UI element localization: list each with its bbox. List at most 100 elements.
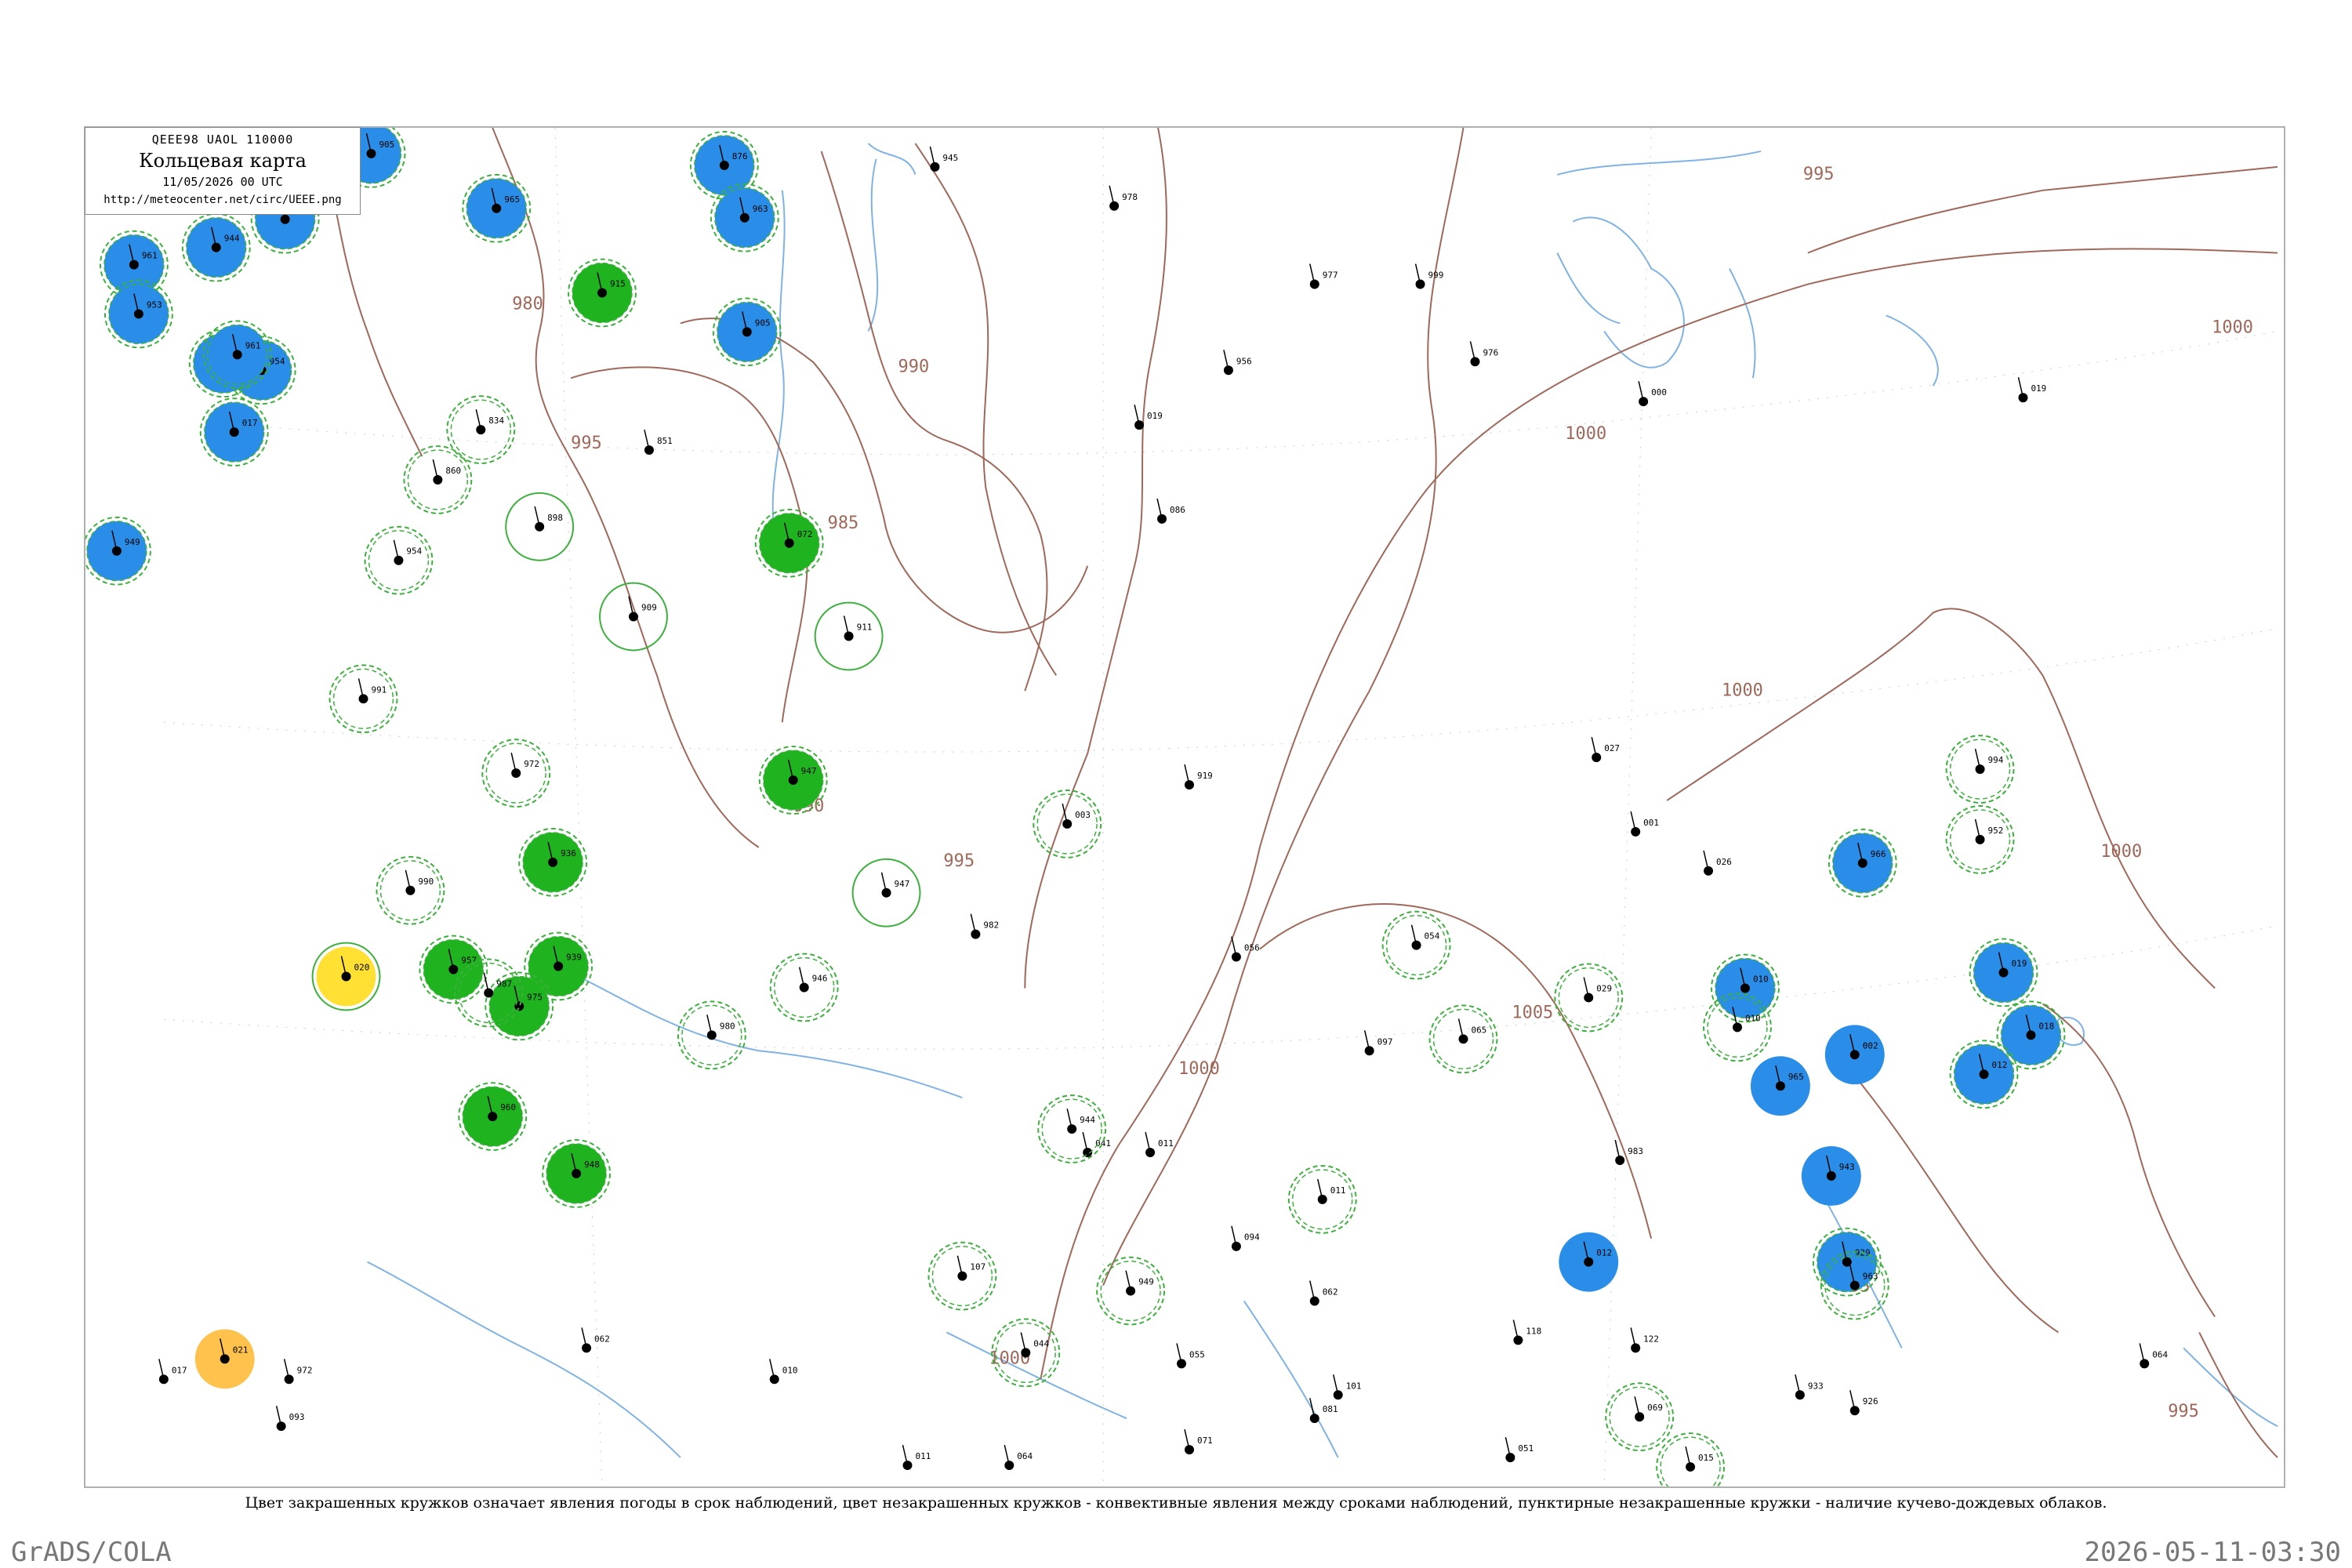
station-plot[interactable]: 982 [970, 913, 999, 939]
station-plot[interactable]: 949 [85, 516, 151, 586]
station-plot[interactable]: 002 [1824, 1025, 1885, 1085]
station-plot[interactable]: 957 [419, 935, 488, 1004]
station-plot[interactable]: 011 [1145, 1131, 1174, 1157]
station-plot[interactable]: 983 [1614, 1139, 1643, 1165]
station-pressure: 011 [1330, 1185, 1346, 1196]
station-plot[interactable]: 933 [1795, 1374, 1824, 1400]
station-plot[interactable]: 926 [1849, 1390, 1878, 1416]
station-plot[interactable]: 029 [1554, 963, 1624, 1033]
source-url[interactable]: http://meteocenter.net/circ/UEEE.png [85, 194, 360, 206]
station-pressure: 957 [461, 956, 477, 966]
station-plot[interactable]: 915 [568, 258, 637, 328]
station-plot[interactable]: 947 [758, 746, 828, 815]
station-plot[interactable]: 051 [1504, 1436, 1534, 1463]
station-plot[interactable]: 980 [677, 1000, 746, 1070]
station-plot[interactable]: 054 [1381, 910, 1451, 980]
graticule [163, 128, 2278, 1486]
station-plot[interactable]: 909 [599, 582, 668, 652]
station-plot[interactable]: 919 [1184, 764, 1213, 790]
station-plot[interactable]: 943 [1801, 1146, 1861, 1206]
station-plot[interactable]: 898 [505, 492, 575, 561]
station-plot[interactable]: 020 [311, 942, 381, 1011]
station-plot[interactable]: 019 [2017, 377, 2046, 403]
station-plot[interactable]: 000 [1638, 381, 1667, 407]
station-plot[interactable]: 107 [927, 1241, 997, 1311]
station-plot[interactable]: 947 [851, 858, 921, 927]
station-pressure: 966 [1871, 849, 1886, 859]
station-plot[interactable]: 944 [1037, 1094, 1107, 1163]
station-plot[interactable]: 977 [1309, 263, 1338, 289]
station-plot[interactable]: 064 [2139, 1343, 2168, 1369]
station-plot[interactable]: 072 [754, 508, 824, 578]
station-plot[interactable]: 093 [275, 1406, 305, 1432]
station-plot[interactable]: 961 [202, 320, 272, 390]
station-plot[interactable]: 017 [199, 397, 269, 467]
station-plot[interactable]: 021 [194, 1329, 255, 1389]
station-pressure: 056 [1244, 943, 1260, 953]
station-plot[interactable]: 952 [1945, 805, 2015, 874]
station-pressure: 990 [418, 877, 434, 887]
station-plot[interactable]: 019 [1134, 405, 1163, 430]
coastline [1729, 268, 1756, 379]
station-plot[interactable]: 944 [181, 212, 251, 282]
station-plot[interactable]: 978 [1109, 185, 1138, 211]
station-plot[interactable]: 010 [769, 1359, 798, 1385]
station-plot[interactable]: 055 [1176, 1343, 1205, 1369]
station-plot[interactable]: 991 [328, 664, 398, 734]
station-plot[interactable]: 026 [1703, 850, 1732, 876]
station-plot[interactable]: 010 [1711, 953, 1780, 1023]
station-plot[interactable]: 081 [1309, 1398, 1338, 1424]
station-plot[interactable]: 851 [644, 429, 673, 456]
station-plot[interactable]: 965 [462, 173, 532, 243]
station-plot[interactable]: 069 [1605, 1382, 1675, 1452]
station-plot[interactable]: 905 [712, 297, 782, 367]
station-plot[interactable]: 953 [103, 279, 173, 349]
station-plot[interactable]: 834 [446, 395, 516, 465]
station-plot[interactable]: 960 [458, 1082, 528, 1151]
station-plot[interactable]: 019 [1969, 938, 2038, 1007]
station-plot[interactable]: 086 [1156, 498, 1185, 524]
cloud-cover-icon [229, 427, 239, 437]
station-plot[interactable]: 064 [1004, 1444, 1033, 1471]
isobar-label: 990 [898, 357, 930, 376]
station-plot[interactable]: 056 [1231, 936, 1260, 962]
station-plot[interactable]: 949 [1096, 1256, 1166, 1326]
station-pressure: 943 [1839, 1162, 1855, 1172]
station-plot[interactable]: 945 [929, 146, 958, 172]
station-plot[interactable]: 936 [518, 827, 588, 897]
station-plot[interactable]: 003 [1033, 789, 1102, 858]
station-plot[interactable]: 911 [814, 601, 884, 671]
station-plot[interactable]: 990 [376, 855, 445, 925]
station-plot[interactable]: 011 [1287, 1164, 1357, 1234]
station-pressure: 086 [1170, 505, 1185, 515]
station-plot[interactable]: 065 [1428, 1004, 1498, 1074]
station-plot[interactable]: 118 [1512, 1319, 1541, 1345]
station-plot[interactable]: 027 [1591, 737, 1620, 763]
station-plot[interactable]: 948 [542, 1139, 612, 1208]
station-plot[interactable]: 015 [1656, 1432, 1726, 1486]
station-plot[interactable]: 976 [1469, 341, 1498, 367]
station-plot[interactable]: 972 [481, 739, 551, 808]
station-plot[interactable]: 012 [1559, 1232, 1619, 1292]
station-plot[interactable]: 094 [1231, 1225, 1260, 1251]
station-plot[interactable]: 954 [364, 525, 434, 595]
station-pressure: 011 [915, 1451, 931, 1461]
station-plot[interactable]: 972 [283, 1359, 313, 1385]
station-plot[interactable]: 097 [1363, 1030, 1393, 1056]
station-plot[interactable]: 965 [1750, 1056, 1810, 1116]
station-plot[interactable]: 999 [1414, 263, 1444, 289]
station-plot[interactable]: 994 [1945, 735, 2015, 804]
station-plot[interactable]: 929 [1812, 1227, 1882, 1297]
station-plot[interactable]: 062 [581, 1327, 610, 1353]
station-plot[interactable]: 017 [158, 1359, 187, 1385]
station-plot[interactable]: 122 [1630, 1327, 1659, 1353]
station-plot[interactable]: 062 [1309, 1280, 1338, 1306]
station-plot[interactable]: 011 [902, 1444, 931, 1471]
cloud-cover-icon [1185, 780, 1194, 790]
station-plot[interactable]: 956 [1223, 350, 1252, 376]
station-plot[interactable]: 966 [1828, 828, 1897, 898]
station-plot[interactable]: 001 [1630, 811, 1659, 837]
station-plot[interactable]: 071 [1184, 1428, 1213, 1455]
station-plot[interactable]: 101 [1332, 1374, 1362, 1400]
station-plot[interactable]: 946 [769, 953, 839, 1022]
